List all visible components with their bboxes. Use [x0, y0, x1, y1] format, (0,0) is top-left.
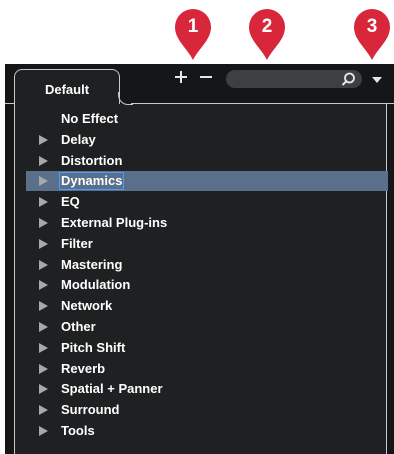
tree-item[interactable]: No Effect: [26, 109, 388, 129]
expand-arrow-icon[interactable]: [39, 259, 48, 270]
tab-divider: [5, 103, 14, 104]
tab-label: Default: [44, 82, 90, 97]
callout-2: 2: [247, 8, 287, 62]
tree-item-label: Other: [61, 319, 96, 334]
tree-item-label: Pitch Shift: [61, 339, 126, 355]
tree-item-label: Reverb: [61, 360, 106, 376]
expand-arrow-icon[interactable]: [39, 238, 48, 249]
tree-item-label: Network: [61, 298, 113, 314]
add-tab-button[interactable]: [173, 70, 189, 86]
expand-arrow-icon[interactable]: [39, 134, 48, 145]
callout-number: 1: [187, 16, 199, 37]
tree-item[interactable]: Surround: [26, 400, 388, 420]
tree-item[interactable]: Tools: [26, 421, 388, 441]
expand-arrow-icon[interactable]: [39, 197, 48, 208]
tree-item-label: EQ: [61, 194, 80, 210]
expand-arrow-icon[interactable]: [39, 155, 48, 166]
tree-item-label: Surround: [61, 402, 120, 418]
expand-arrow-icon[interactable]: [39, 301, 48, 312]
tree-item[interactable]: Mastering: [26, 255, 388, 275]
remove-tab-button[interactable]: [198, 70, 214, 86]
tree-item[interactable]: EQ: [26, 192, 388, 212]
tree-item[interactable]: Delay: [26, 130, 388, 150]
tree-item-label: External Plug-ins: [61, 215, 168, 230]
tree-item[interactable]: External Plug-ins: [26, 213, 388, 233]
tree-item[interactable]: Other: [26, 317, 388, 337]
effects-tree: No Effect Delay Distortion Dynamics EQ Extern…: [14, 104, 388, 454]
tree-item-label: Dynamics: [58, 172, 125, 191]
tree-item[interactable]: Pitch Shift: [26, 338, 388, 358]
minus-icon: [200, 76, 212, 78]
expand-arrow-icon[interactable]: [39, 218, 48, 228]
expand-arrow-icon[interactable]: [39, 342, 48, 353]
tree-item-label: Filter: [61, 235, 93, 251]
tab-default[interactable]: Default: [14, 69, 120, 104]
plus-icon: [175, 71, 187, 83]
search-icon[interactable]: [341, 72, 356, 87]
tree-item-label: Spatial + Panner: [61, 381, 163, 397]
search-field[interactable]: [226, 70, 362, 89]
tree-item[interactable]: Filter: [26, 234, 388, 254]
tree-item[interactable]: Network: [26, 296, 388, 316]
tree-item[interactable]: Spatial + Panner: [26, 379, 388, 399]
expand-arrow-icon[interactable]: [39, 280, 48, 291]
tree-item-label: Delay: [61, 131, 96, 147]
callout-number: 2: [261, 16, 273, 37]
expand-arrow-icon[interactable]: [39, 426, 48, 436]
callout-3: 3: [352, 8, 392, 62]
tree-item-label: Mastering: [61, 256, 123, 272]
tree-item-label: Distortion: [61, 152, 123, 168]
tab-divider: [131, 103, 394, 104]
tree-item[interactable]: Reverb: [26, 359, 388, 379]
expand-arrow-icon[interactable]: [39, 384, 48, 395]
tree-item[interactable]: Dynamics: [26, 171, 388, 192]
tree-item-label: No Effect: [61, 111, 119, 126]
expand-arrow-icon[interactable]: [39, 176, 48, 187]
effects-browser-panel: Default No Effect Delay Distortion Dynamics…: [5, 64, 394, 454]
callout-number: 3: [366, 16, 378, 37]
expand-arrow-icon[interactable]: [39, 405, 48, 416]
expand-arrow-icon[interactable]: [39, 363, 48, 374]
chevron-down-icon[interactable]: [371, 76, 383, 84]
tree-item-label: Modulation: [61, 277, 131, 293]
tree-item-label: Tools: [61, 423, 95, 438]
search-input[interactable]: [236, 71, 336, 89]
expand-arrow-icon[interactable]: [39, 322, 48, 332]
tree-item[interactable]: Modulation: [26, 275, 388, 295]
callout-1: 1: [173, 8, 213, 62]
tree-item[interactable]: Distortion: [26, 151, 388, 171]
